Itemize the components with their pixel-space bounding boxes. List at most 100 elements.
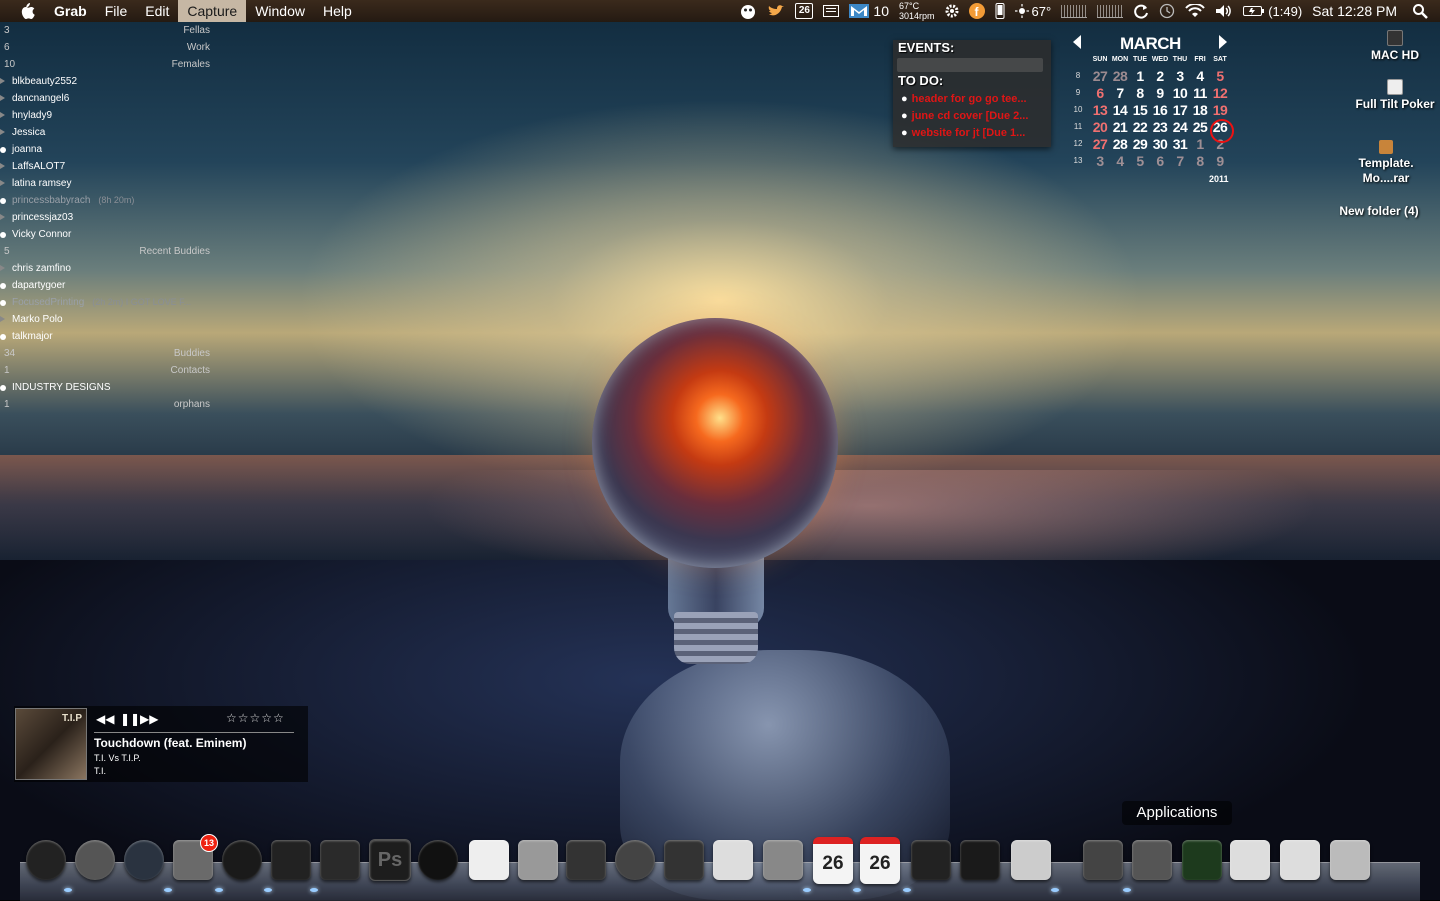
buddy-row[interactable]: hnylady9 — [0, 107, 214, 124]
dock-item[interactable]: 13 — [170, 834, 218, 882]
keyboard-status-icon[interactable] — [823, 5, 840, 17]
pause-icon[interactable]: ❚❚ — [120, 712, 140, 726]
calendar-day[interactable]: 14 — [1110, 102, 1130, 118]
battery-status[interactable]: (1:49) — [1243, 4, 1302, 19]
calendar-day[interactable]: 2 — [1150, 68, 1170, 84]
menu-edit[interactable]: Edit — [136, 0, 178, 22]
cpu-graph-icon[interactable] — [1061, 4, 1088, 18]
facebook-status-icon[interactable]: f — [968, 3, 985, 19]
buddy-row[interactable]: INDUSTRY DESIGNS — [0, 379, 214, 396]
dock-item[interactable] — [72, 838, 118, 882]
buddy-group-row[interactable]: 10 Females — [0, 56, 214, 73]
buddy-row[interactable]: blkbeauty2552 — [0, 73, 214, 90]
menu-file[interactable]: File — [96, 0, 137, 22]
menu-capture[interactable]: Capture — [178, 0, 247, 22]
next-month-icon[interactable] — [1219, 35, 1227, 49]
buddy-row[interactable]: joanna — [0, 141, 214, 158]
calendar-day[interactable]: 22 — [1130, 119, 1150, 135]
calendar-day[interactable]: 25 — [1190, 119, 1210, 135]
buddy-group-row[interactable]: 5 Recent Buddies — [0, 243, 214, 260]
calendar-day[interactable]: 30 — [1150, 136, 1170, 152]
buddy-row[interactable]: princessbabyrach (8h 20m) — [0, 192, 214, 209]
dock-item[interactable] — [317, 838, 363, 882]
calendar-day[interactable]: 21 — [1110, 119, 1130, 135]
ical-status-icon[interactable]: 26 — [795, 3, 814, 19]
calendar-day[interactable]: 10 — [1170, 85, 1190, 101]
calendar-day[interactable]: 16 — [1150, 102, 1170, 118]
todo-item[interactable]: ● website for jt [Due 1... — [901, 127, 1041, 139]
dock-item[interactable] — [710, 838, 756, 882]
dock-item[interactable] — [121, 838, 167, 882]
next-track-icon[interactable]: ▶▶ — [140, 712, 158, 726]
calendar-day[interactable]: 4 — [1110, 153, 1130, 169]
dock-item[interactable] — [1277, 838, 1323, 882]
calendar-day[interactable]: 1 — [1190, 136, 1210, 152]
menu-window[interactable]: Window — [246, 0, 314, 22]
buddy-row[interactable]: FocusedPrinting (2h 2m) I GOT LOVE F... — [0, 294, 214, 311]
buddy-row[interactable]: dancnangel6 — [0, 90, 214, 107]
calendar-day[interactable]: 6 — [1090, 85, 1110, 101]
previous-month-icon[interactable] — [1073, 35, 1081, 49]
dock-item[interactable]: 26 — [857, 836, 903, 884]
desktop-icon-full-tilt-poker[interactable]: Full Tilt Poker — [1355, 79, 1435, 112]
calendar-day[interactable]: 1 — [1130, 68, 1150, 84]
time-machine-icon[interactable] — [1159, 3, 1175, 19]
todo-item[interactable]: ● header for go go tee... — [901, 93, 1041, 105]
calendar-day[interactable]: 7 — [1170, 153, 1190, 169]
calendar-day[interactable]: 12 — [1210, 85, 1230, 101]
gear-icon[interactable] — [945, 4, 959, 18]
buddy-row[interactable]: Vicky Connor — [0, 226, 214, 243]
calendar-day[interactable]: 5 — [1210, 68, 1230, 84]
calendar-day[interactable]: 3 — [1170, 68, 1190, 84]
spotlight-search-icon[interactable] — [1412, 3, 1428, 19]
previous-track-icon[interactable]: ◀◀ — [96, 712, 114, 726]
calendar-day[interactable]: 8 — [1190, 153, 1210, 169]
dock-item[interactable] — [515, 838, 561, 882]
buddy-group-row[interactable]: 1 orphans — [0, 396, 214, 413]
buddy-group-row[interactable]: 3 Fellas — [0, 22, 214, 39]
phone-status-icon[interactable] — [995, 3, 1005, 19]
calendar-day[interactable]: 9 — [1210, 153, 1230, 169]
buddy-row[interactable]: Jessica — [0, 124, 214, 141]
todo-item[interactable]: ● june cd cover [Due 2... — [901, 110, 1041, 122]
volume-icon[interactable] — [1215, 4, 1233, 18]
calendar-day[interactable]: 24 — [1170, 119, 1190, 135]
calendar-day[interactable]: 17 — [1170, 102, 1190, 118]
calendar-day[interactable]: 11 — [1190, 85, 1210, 101]
calendar-day[interactable]: 7 — [1110, 85, 1130, 101]
dock-item[interactable] — [23, 838, 69, 882]
calendar-day[interactable]: 6 — [1150, 153, 1170, 169]
dock-item[interactable] — [415, 838, 461, 882]
weather-status[interactable]: 67° — [1014, 4, 1051, 19]
buddy-row[interactable]: Marko Polo — [0, 311, 214, 328]
menu-help[interactable]: Help — [314, 0, 361, 22]
dock-item[interactable] — [1227, 838, 1273, 882]
buddy-row[interactable]: princessjaz03 — [0, 209, 214, 226]
wifi-icon[interactable] — [1185, 4, 1205, 18]
dock-item[interactable]: Ps — [367, 838, 413, 882]
dock-item[interactable] — [466, 838, 512, 882]
desktop-icon-template-archive[interactable]: Template. Mo....rar — [1346, 140, 1426, 186]
dock-item[interactable] — [957, 838, 1003, 882]
calendar-day[interactable]: 28 — [1110, 68, 1130, 84]
calendar-day[interactable]: 13 — [1090, 102, 1110, 118]
album-art[interactable]: T.I.P — [15, 708, 87, 780]
buddy-row[interactable]: talkmajor — [0, 328, 214, 345]
dock-item[interactable] — [219, 838, 265, 882]
app-menu-grab[interactable]: Grab — [50, 0, 96, 22]
buddy-row[interactable]: latina ramsey — [0, 175, 214, 192]
calendar-day[interactable]: 4 — [1190, 68, 1210, 84]
calendar-day[interactable]: 3 — [1090, 153, 1110, 169]
calendar-day[interactable]: 31 — [1170, 136, 1190, 152]
adium-status-icon[interactable] — [739, 3, 757, 19]
twitter-status-icon[interactable] — [767, 4, 785, 18]
dock-item[interactable]: 26 — [810, 836, 856, 884]
calendar-day[interactable]: 29 — [1130, 136, 1150, 152]
temperature-monitor[interactable]: 67°C 3014rpm — [899, 1, 935, 21]
dock-item[interactable] — [563, 838, 609, 882]
dock-item[interactable] — [1080, 838, 1126, 882]
buddy-row[interactable]: chris zamfino — [0, 260, 214, 277]
calendar-day[interactable]: 28 — [1110, 136, 1130, 152]
calendar-day[interactable]: 18 — [1190, 102, 1210, 118]
dock-item[interactable] — [661, 838, 707, 882]
